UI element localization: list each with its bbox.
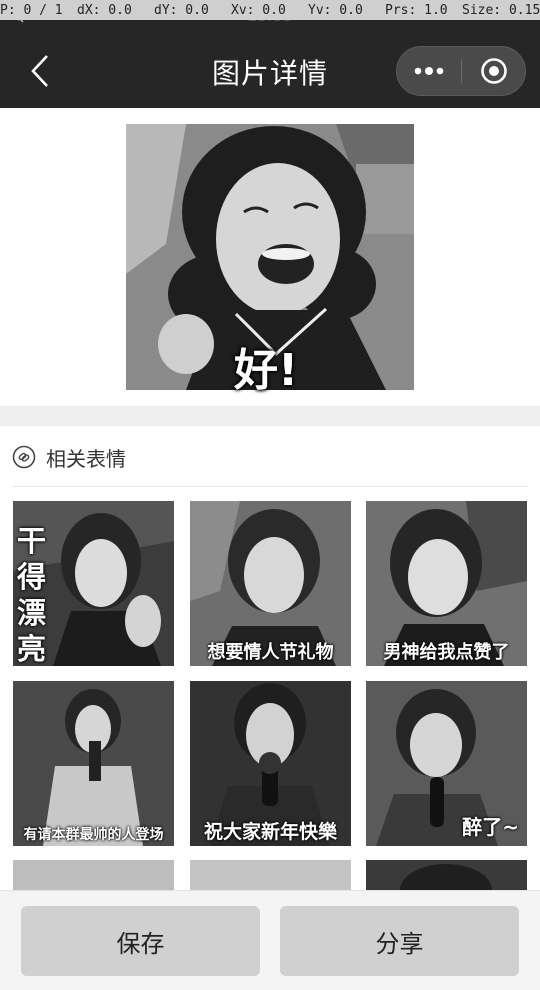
- close-button[interactable]: [463, 47, 525, 95]
- related-title: 相关表情: [46, 447, 126, 471]
- share-button[interactable]: 分享: [280, 906, 519, 976]
- more-button[interactable]: [397, 47, 461, 95]
- related-item-caption: 祝大家新年快樂: [203, 821, 337, 843]
- related-item-5[interactable]: 祝大家新年快樂: [190, 681, 351, 846]
- related-item-4[interactable]: 有请本群最帅的人登场: [13, 681, 174, 846]
- related-item-1[interactable]: 干得漂亮: [13, 501, 174, 666]
- capsule-divider: [461, 59, 462, 83]
- related-item-caption: 干得漂亮: [17, 524, 47, 666]
- mini-program-capsule: [396, 46, 526, 96]
- related-item-2[interactable]: 想要情人节礼物: [190, 501, 351, 666]
- related-item-9[interactable]: [366, 860, 527, 890]
- link-icon: [12, 445, 36, 469]
- debug-pressure: Prs: 1.0: [385, 2, 448, 18]
- related-item-caption: 醉了~: [462, 815, 519, 839]
- debug-dy: dY: 0.0: [154, 2, 209, 18]
- related-item-8[interactable]: [190, 860, 351, 890]
- related-section-header: 相关表情: [0, 426, 540, 487]
- title-bar: 图片详情: [0, 34, 540, 108]
- save-button[interactable]: 保存: [21, 906, 260, 976]
- section-separator: [0, 406, 540, 426]
- debug-xv: Xv: 0.0: [231, 2, 286, 18]
- debug-size: Size: 0.15: [462, 2, 540, 18]
- bottom-action-bar: 保存 分享: [0, 890, 540, 990]
- related-item-caption: 有请本群最帅的人登场: [23, 827, 164, 843]
- related-divider: [12, 486, 528, 487]
- related-item-3[interactable]: 男神给我点赞了: [366, 501, 527, 666]
- debug-overlay: P: 0 / 1 dX: 0.0 dY: 0.0 Xv: 0.0 Yv: 0.0…: [0, 0, 540, 20]
- related-item-6[interactable]: 醉了~: [366, 681, 527, 846]
- debug-dx: dX: 0.0: [77, 2, 132, 18]
- debug-pointer: P: 0 / 1: [0, 2, 63, 18]
- app-screen: 13:35 78 P: 0 / 1 dX: 0.0 dY: 0.0 Xv: 0.…: [0, 0, 540, 990]
- related-item-7[interactable]: [13, 860, 174, 890]
- related-item-caption: 男神给我点赞了: [383, 642, 510, 663]
- target-circle-icon: [481, 58, 507, 84]
- main-image-caption: 好!: [234, 345, 299, 396]
- more-dots-icon: [414, 67, 444, 75]
- related-item-caption: 想要情人节礼物: [207, 642, 334, 663]
- main-sticker-image: 好!: [126, 124, 414, 396]
- debug-yv: Yv: 0.0: [308, 2, 363, 18]
